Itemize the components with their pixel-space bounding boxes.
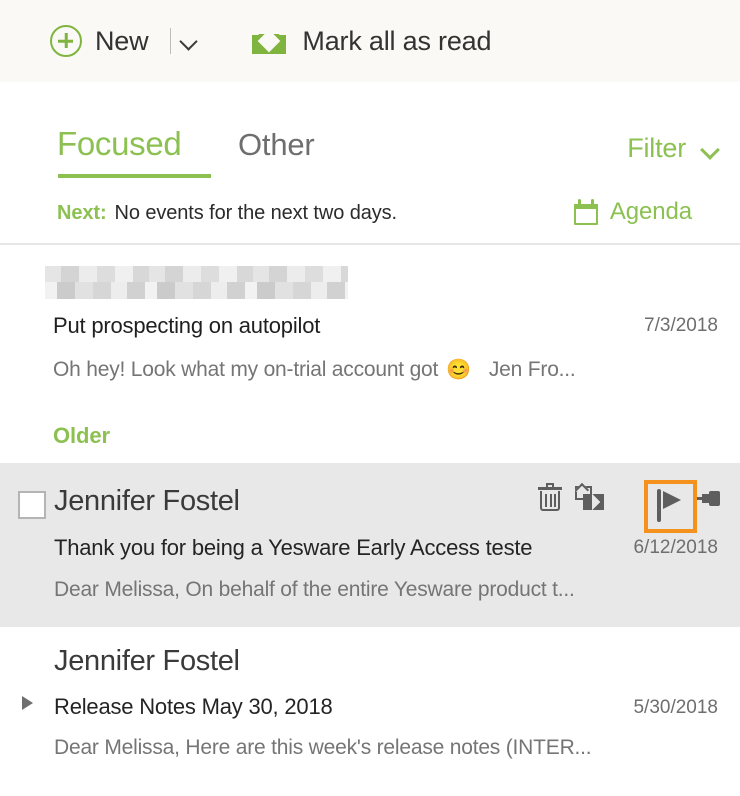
mark-unread-icon[interactable] — [575, 483, 605, 513]
email-client-window: New Mark all as read Focused Other Filte… — [0, 0, 740, 796]
calendar-icon — [574, 199, 598, 225]
message-subject: Put prospecting on autopilot — [53, 313, 320, 339]
filter-button[interactable]: Filter — [627, 133, 718, 164]
tab-other[interactable]: Other — [238, 127, 315, 163]
smiley-emoji-icon: 😊 — [446, 357, 471, 382]
expand-triangle-icon[interactable] — [22, 696, 33, 710]
next-event-text: No events for the next two days. — [115, 202, 398, 225]
list-top-divider — [0, 243, 740, 245]
next-event-bar: Next: No events for the next two days. — [57, 202, 397, 225]
message-preview: Oh hey! Look what my on-trial account go… — [53, 357, 576, 382]
message-subject: Thank you for being a Yesware Early Acce… — [54, 535, 532, 561]
flag-icon[interactable] — [657, 489, 685, 522]
message-select-checkbox[interactable] — [18, 491, 46, 519]
message-date: 5/30/2018 — [633, 697, 718, 719]
filter-label: Filter — [627, 133, 686, 164]
open-envelope-icon — [252, 28, 286, 54]
group-header-older: Older — [53, 423, 110, 449]
message-preview-extra: Jen Fro... — [489, 358, 576, 382]
tab-active-indicator — [58, 174, 211, 178]
message-sender: Jennifer Fostel — [54, 485, 240, 518]
new-button[interactable]: New — [50, 19, 148, 63]
message-date: 7/3/2018 — [644, 315, 718, 337]
chevron-down-icon — [702, 143, 718, 159]
new-button-label: New — [95, 26, 148, 57]
message-preview-text: Oh hey! Look what my on-trial account go… — [53, 358, 438, 382]
next-label: Next: — [57, 202, 107, 225]
agenda-label: Agenda — [610, 198, 692, 226]
redacted-sender-block — [45, 266, 348, 299]
plus-circle-icon — [50, 25, 82, 57]
toolbar-divider — [170, 28, 171, 54]
mark-all-as-read-button[interactable]: Mark all as read — [252, 19, 491, 63]
message-sender: Jennifer Fostel — [54, 645, 240, 678]
tab-focused[interactable]: Focused — [57, 125, 181, 163]
mark-all-as-read-label: Mark all as read — [302, 26, 491, 57]
message-subject: Release Notes May 30, 2018 — [54, 694, 333, 720]
delete-icon[interactable] — [535, 483, 565, 513]
message-preview: Dear Melissa, On behalf of the entire Ye… — [54, 578, 575, 602]
top-toolbar: New Mark all as read — [0, 0, 740, 82]
chevron-down-icon[interactable] — [181, 34, 196, 49]
agenda-button[interactable]: Agenda — [574, 198, 692, 226]
message-date: 6/12/2018 — [633, 537, 718, 559]
message-preview: Dear Melissa, Here are this week's relea… — [54, 736, 591, 760]
